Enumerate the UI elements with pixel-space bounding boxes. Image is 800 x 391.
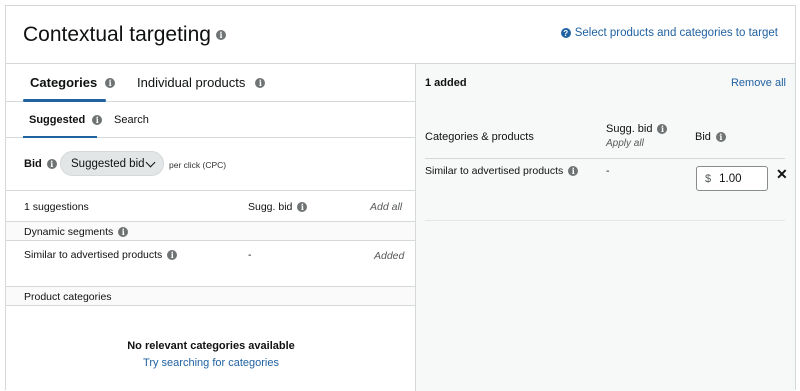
sugg-bid-header: Sugg. bid i bbox=[248, 201, 308, 213]
subtab-suggested[interactable]: Suggested i bbox=[29, 114, 103, 126]
tab-categories[interactable]: Categories i bbox=[30, 75, 116, 90]
help-link-text: Select products and categories to target bbox=[574, 27, 778, 39]
info-icon[interactable]: i bbox=[297, 202, 308, 212]
suggestions-panel: Categories i Individual products i Sugge… bbox=[6, 64, 416, 391]
apply-all-button[interactable]: Apply all bbox=[606, 138, 644, 149]
row-name: Similar to advertised products i bbox=[24, 249, 178, 261]
col-categories-products: Categories & products bbox=[425, 131, 534, 143]
table-row: Similar to advertised products i - Added bbox=[6, 241, 415, 287]
added-targets-panel: 1 added Remove all Categories & products… bbox=[416, 64, 795, 391]
subtab-suggested-label: Suggested bbox=[29, 114, 86, 126]
page-title: Contextual targeting i bbox=[23, 23, 226, 47]
section-product-categories: Product categories bbox=[6, 287, 415, 306]
sugg-bid-header-text: Sugg. bid bbox=[248, 201, 293, 213]
info-icon[interactable]: i bbox=[118, 227, 129, 237]
suggestions-header-row: 1 suggestions Sugg. bid i Add all bbox=[6, 191, 415, 222]
added-column-headers: Categories & products Sugg. bid i Apply … bbox=[425, 119, 785, 159]
info-icon[interactable]: i bbox=[92, 115, 103, 125]
card-header: Contextual targeting i ? Select products… bbox=[6, 6, 795, 64]
help-link[interactable]: ? Select products and categories to targ… bbox=[560, 27, 778, 39]
contextual-targeting-card: Contextual targeting i ? Select products… bbox=[5, 5, 796, 391]
section-dynamic-segments: Dynamic segments i bbox=[6, 222, 415, 241]
page-title-text: Contextual targeting bbox=[23, 23, 211, 46]
info-icon[interactable]: i bbox=[167, 250, 178, 260]
section-title: Dynamic segments i bbox=[24, 226, 129, 238]
info-icon[interactable]: i bbox=[715, 132, 726, 142]
add-all-button[interactable]: Add all bbox=[370, 201, 402, 213]
added-row-sugg-bid: - bbox=[606, 165, 610, 177]
bid-label-text: Bid bbox=[24, 158, 42, 170]
info-icon[interactable]: i bbox=[255, 77, 266, 88]
col-bid-text: Bid bbox=[695, 131, 711, 143]
info-icon[interactable]: i bbox=[105, 77, 116, 88]
bid-settings-row: Bid i Suggested bid per click (CPC) bbox=[6, 138, 415, 191]
search-categories-link[interactable]: Try searching for categories bbox=[6, 357, 416, 369]
col-bid: Bid i bbox=[695, 131, 726, 143]
info-icon[interactable]: i bbox=[657, 124, 668, 134]
per-click-note: per click (CPC) bbox=[169, 160, 227, 170]
bid-type-select[interactable]: Suggested bid bbox=[60, 151, 164, 176]
tab-individual-products[interactable]: Individual products i bbox=[137, 75, 266, 90]
bid-label: Bid i bbox=[24, 158, 57, 170]
added-count: 1 added bbox=[425, 77, 467, 89]
tab-categories-label: Categories bbox=[30, 75, 98, 90]
added-row-name: Similar to advertised products i bbox=[425, 165, 579, 177]
tab-individual-products-label: Individual products bbox=[137, 75, 246, 90]
row-name-text: Similar to advertised products bbox=[24, 249, 163, 261]
subtab-search-label: Search bbox=[114, 114, 149, 126]
info-icon[interactable]: i bbox=[568, 166, 579, 176]
targeting-tabs: Categories i Individual products i bbox=[6, 64, 415, 102]
bid-value[interactable]: 1.00 bbox=[719, 173, 741, 185]
col-sugg-bid: Sugg. bid i bbox=[606, 123, 668, 135]
info-icon[interactable]: i bbox=[46, 159, 57, 169]
remove-all-button[interactable]: Remove all bbox=[731, 77, 786, 89]
subtab-search[interactable]: Search bbox=[114, 114, 149, 126]
row-added-status: Added bbox=[374, 250, 405, 262]
close-icon[interactable]: ✕ bbox=[776, 166, 788, 183]
section-title: Product categories bbox=[24, 291, 112, 303]
col-sugg-bid-text: Sugg. bid bbox=[606, 123, 653, 135]
bid-input[interactable]: $ 1.00 bbox=[696, 166, 768, 191]
suggestions-count: 1 suggestions bbox=[24, 201, 89, 213]
currency-symbol: $ bbox=[705, 172, 712, 185]
row-sugg-bid: - bbox=[248, 249, 252, 261]
question-circle-icon: ? bbox=[560, 28, 571, 38]
added-header: 1 added Remove all bbox=[416, 64, 795, 102]
category-subtabs: Suggested i Search bbox=[6, 102, 415, 138]
empty-state-title: No relevant categories available bbox=[127, 340, 295, 352]
section-title-text: Dynamic segments bbox=[24, 226, 114, 238]
table-row: Similar to advertised products i - $ 1.0… bbox=[425, 159, 788, 221]
info-icon[interactable]: i bbox=[215, 30, 226, 40]
chevron-down-icon bbox=[145, 157, 156, 168]
added-row-name-text: Similar to advertised products bbox=[425, 165, 564, 177]
bid-type-value: Suggested bid bbox=[71, 157, 145, 170]
